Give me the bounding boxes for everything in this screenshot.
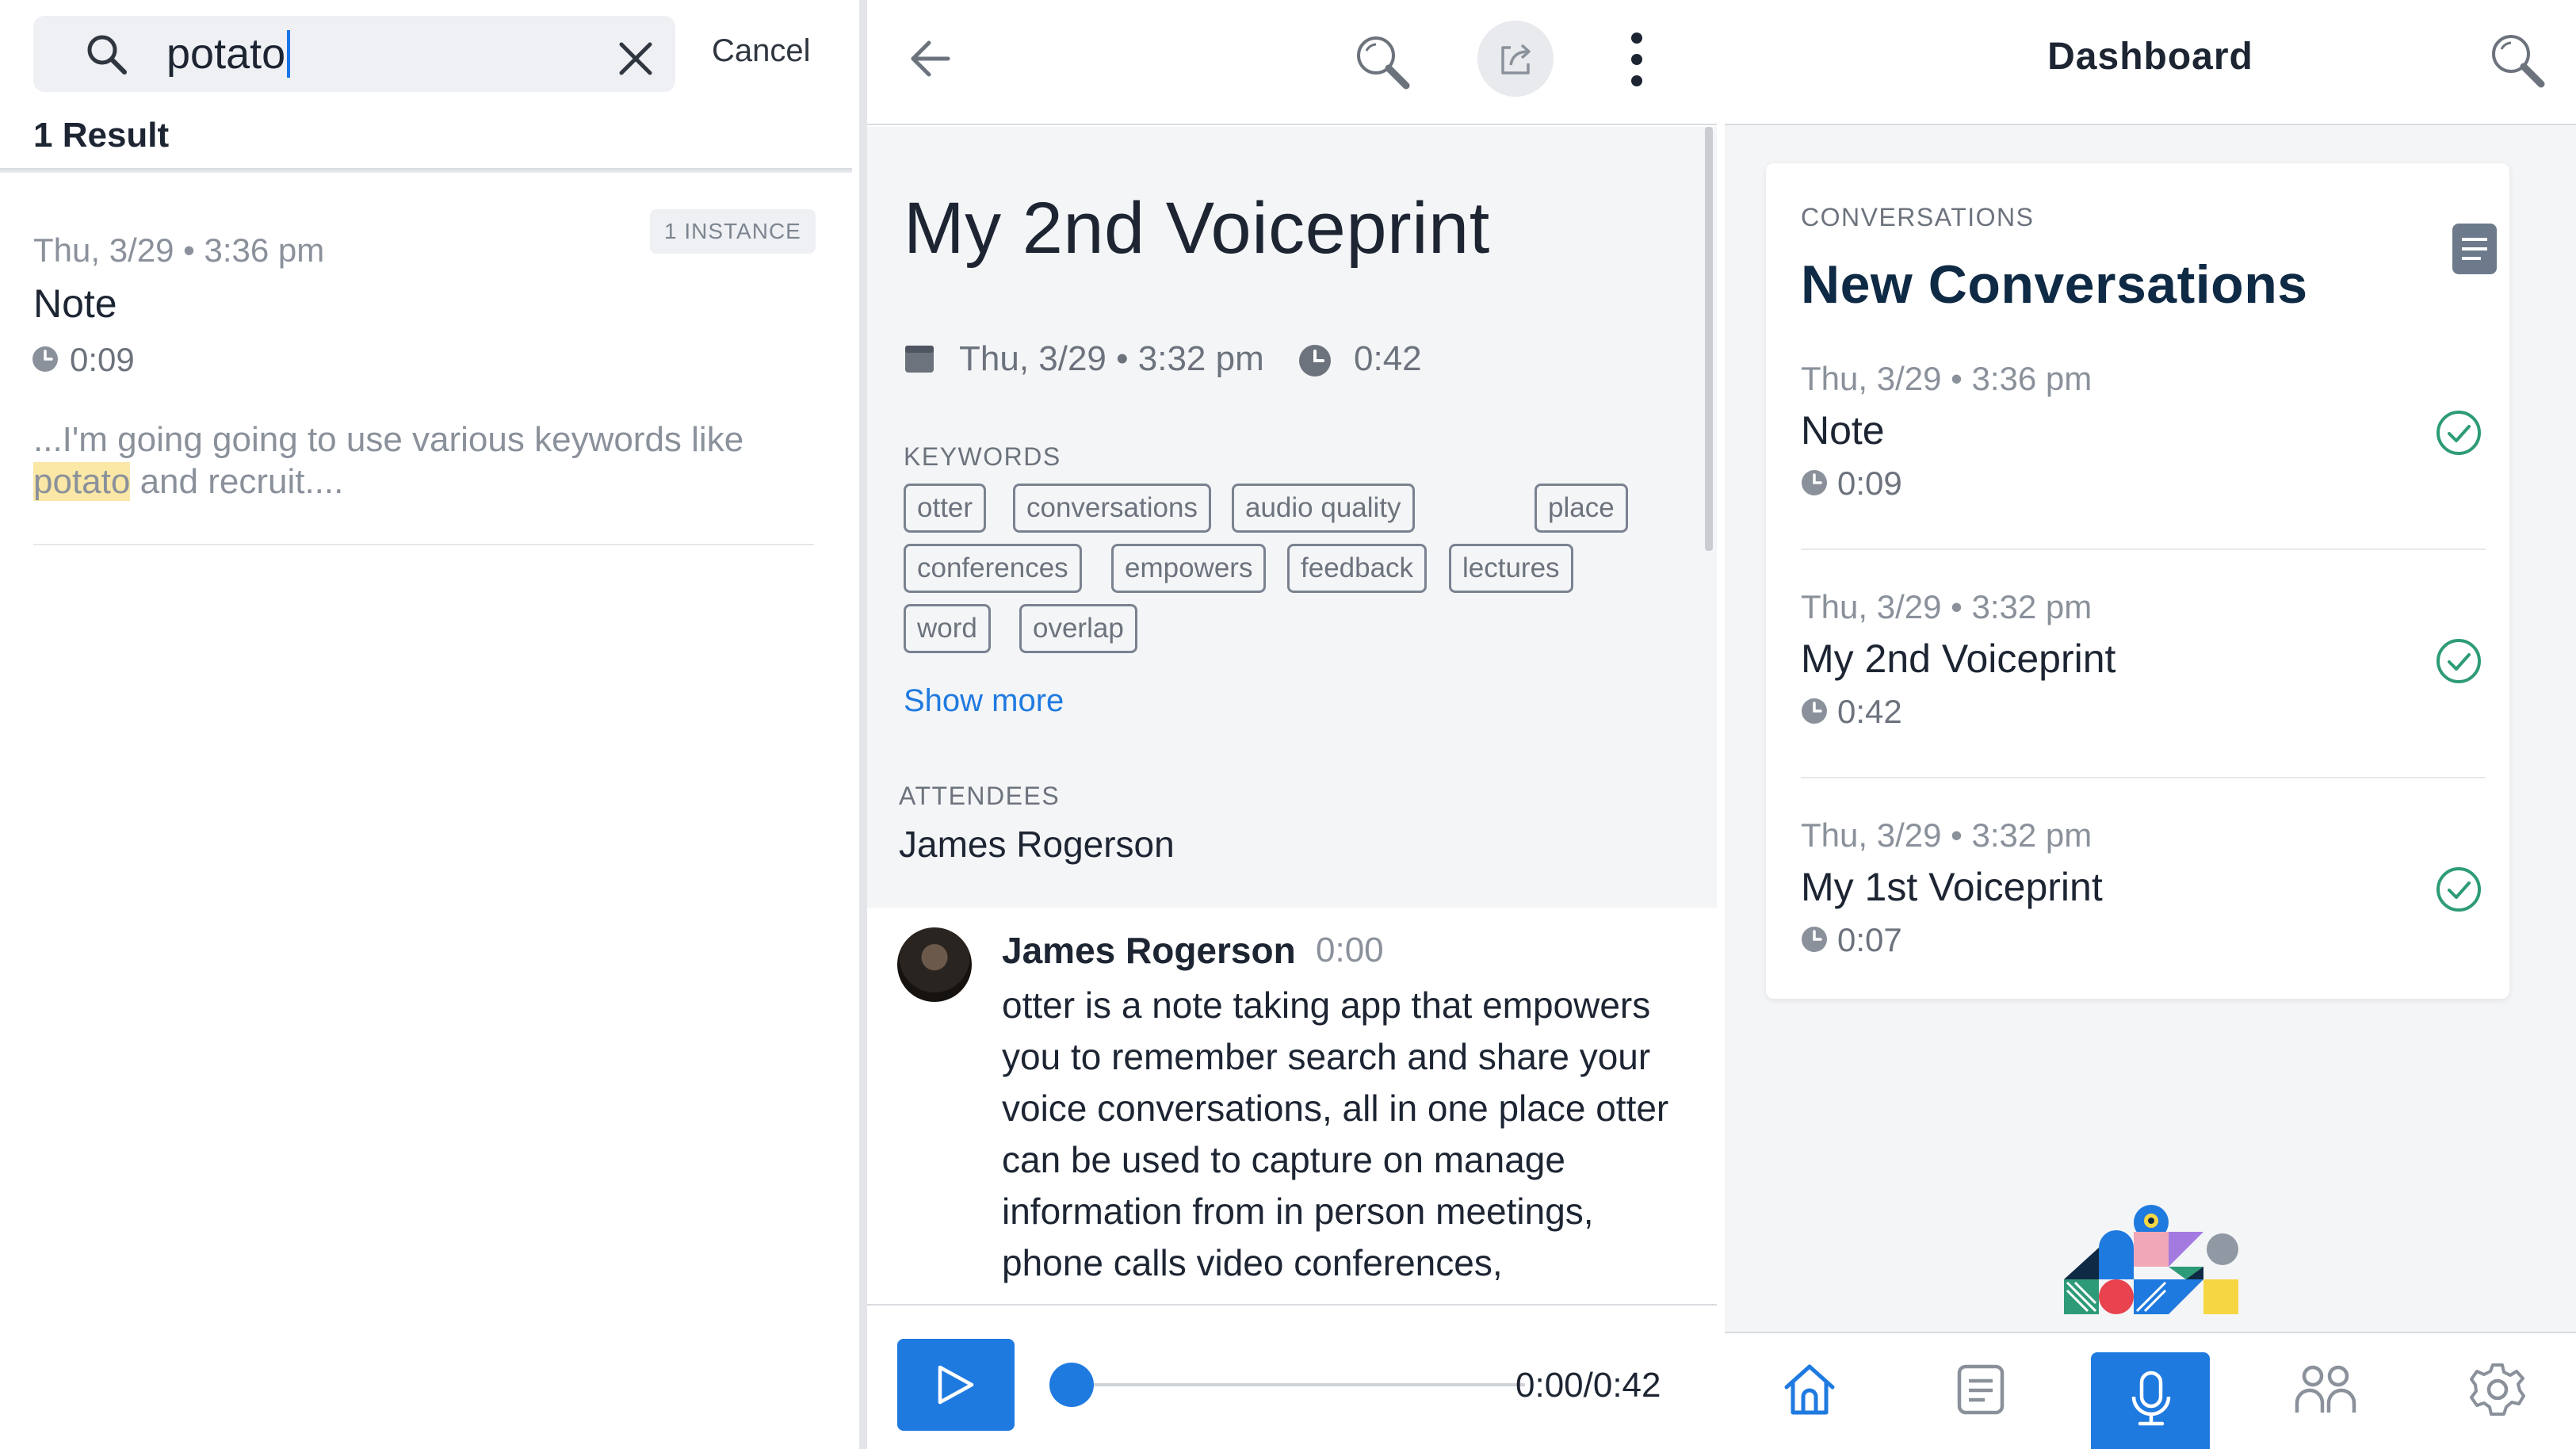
clock-icon	[32, 346, 58, 372]
conversation-title: My 2nd Voiceprint	[904, 188, 1490, 269]
conversation-date: Thu, 3/29 • 3:32 pm	[1801, 816, 2093, 854]
back-arrow-icon[interactable]	[907, 35, 954, 82]
conversation-date: Thu, 3/29 • 3:32 pm	[959, 339, 1264, 378]
card-title: New Conversations	[1801, 254, 2308, 315]
conversation-title: Note	[1801, 408, 1885, 453]
audio-player: 0:00/0:42	[859, 1304, 1717, 1449]
search-query-text: potato	[166, 30, 286, 78]
document-icon[interactable]	[2452, 224, 2497, 274]
top-bar	[859, 0, 1717, 125]
search-input[interactable]: potato	[166, 30, 291, 78]
keyword-chip[interactable]: word	[904, 604, 991, 653]
result-duration: 0:09	[70, 341, 135, 378]
scrollbar[interactable]	[1705, 127, 1713, 551]
search-icon[interactable]	[1351, 30, 1414, 94]
check-circle-icon	[2436, 867, 2481, 912]
mascot-illustration	[2064, 1205, 2238, 1314]
conversation-date: Thu, 3/29 • 3:32 pm	[1801, 588, 2093, 625]
check-circle-icon	[2436, 639, 2481, 683]
nav-home[interactable]	[1750, 1333, 1869, 1449]
conversation-item[interactable]: Thu, 3/29 • 3:32 pm My 2nd Voiceprint 0:…	[1801, 550, 2486, 778]
attendees-heading: ATTENDEES	[899, 782, 1061, 810]
bottom-navigation	[1725, 1332, 2576, 1449]
keyword-chip[interactable]: feedback	[1287, 544, 1428, 593]
share-button[interactable]	[1477, 21, 1554, 97]
search-icon	[87, 35, 127, 75]
attendee-name[interactable]: James Rogerson	[899, 823, 1175, 866]
settings-icon	[2470, 1363, 2525, 1416]
nav-contacts[interactable]	[2264, 1333, 2383, 1449]
speaker-timestamp: 0:00	[1316, 931, 1384, 969]
conversation-duration: 0:42	[1354, 339, 1422, 378]
clock-icon	[1802, 470, 1827, 495]
keyword-chip[interactable]: conversations	[1013, 484, 1211, 533]
progress-track[interactable]	[1065, 1383, 1525, 1386]
keyword-chip[interactable]: otter	[904, 484, 987, 533]
speaker-name[interactable]: James Rogerson	[1002, 929, 1296, 972]
search-icon[interactable]	[2486, 29, 2549, 92]
keyword-chip[interactable]: conferences	[904, 544, 1082, 593]
playback-time: 0:00/0:42	[1515, 1366, 1661, 1405]
panel-divider	[859, 0, 867, 1449]
close-icon[interactable]	[617, 40, 655, 78]
result-snippet: ...I'm going going to use various keywor…	[33, 419, 818, 503]
show-more-link[interactable]: Show more	[904, 683, 1064, 719]
clock-icon	[1299, 345, 1331, 377]
search-bar[interactable]: potato	[33, 16, 675, 92]
result-title: Note	[33, 281, 117, 326]
play-icon	[938, 1365, 974, 1405]
snippet-text: ...I'm going going to use various keywor…	[33, 420, 744, 459]
keywords-heading: KEYWORDS	[904, 442, 1061, 471]
conversations-card: CONVERSATIONS New Conversations Thu, 3/2…	[1766, 163, 2509, 999]
nav-record[interactable]	[2091, 1352, 2210, 1449]
text-cursor	[287, 30, 291, 78]
notes-icon	[1957, 1364, 2005, 1415]
card-label: CONVERSATIONS	[1801, 203, 2035, 231]
keyword-highlight: potato	[33, 462, 131, 501]
keyword-chip[interactable]: place	[1535, 484, 1628, 533]
instance-badge: 1 INSTANCE	[650, 209, 816, 254]
page-title: Dashboard	[2047, 36, 2253, 78]
divider	[33, 544, 814, 545]
keyword-chip[interactable]: audio quality	[1232, 484, 1415, 533]
keyword-chip[interactable]: empowers	[1111, 544, 1267, 593]
conversation-detail-panel: My 2nd Voiceprint Thu, 3/29 • 3:32 pm 0:…	[859, 0, 1717, 1449]
divider	[0, 168, 852, 173]
nav-settings[interactable]	[2438, 1333, 2557, 1449]
conversation-item[interactable]: Thu, 3/29 • 3:36 pm Note 0:09	[1801, 322, 2486, 550]
conversation-duration: 0:42	[1837, 693, 1902, 730]
clock-icon	[1802, 698, 1827, 724]
contacts-icon	[2295, 1365, 2356, 1413]
calendar-icon	[905, 346, 934, 373]
share-icon	[1501, 44, 1531, 75]
conversation-date: Thu, 3/29 • 3:36 pm	[1801, 360, 2093, 397]
nav-notes[interactable]	[1921, 1333, 2040, 1449]
result-count: 1 Result	[33, 116, 170, 155]
conversation-duration: 0:07	[1837, 921, 1902, 958]
microphone-icon	[2131, 1371, 2171, 1426]
conversation-title: My 1st Voiceprint	[1801, 865, 2103, 909]
conversation-title: My 2nd Voiceprint	[1801, 637, 2116, 681]
avatar	[897, 927, 972, 1002]
cancel-button[interactable]: Cancel	[712, 33, 811, 69]
more-vertical-icon[interactable]	[1625, 30, 1649, 89]
transcript-text: otter is a note taking app that empowers…	[1002, 984, 1669, 1300]
check-circle-icon	[2436, 411, 2481, 455]
keyword-chip[interactable]: overlap	[1019, 604, 1137, 653]
result-date: Thu, 3/29 • 3:36 pm	[33, 231, 325, 269]
play-button[interactable]	[897, 1339, 1015, 1431]
conversation-item[interactable]: Thu, 3/29 • 3:32 pm My 1st Voiceprint 0:…	[1801, 778, 2486, 1007]
top-bar: Dashboard	[1725, 0, 2576, 125]
keyword-chip[interactable]: lectures	[1449, 544, 1573, 593]
clock-icon	[1802, 927, 1827, 952]
progress-thumb[interactable]	[1049, 1363, 1094, 1407]
snippet-text: and recruit....	[130, 462, 344, 501]
dashboard-panel: Dashboard CONVERSATIONS New Conversation…	[1725, 0, 2576, 1449]
search-panel: potato Cancel 1 Result Thu, 3/29 • 3:36 …	[0, 0, 852, 1449]
conversation-duration: 0:09	[1837, 465, 1902, 502]
home-icon	[1784, 1364, 1835, 1415]
